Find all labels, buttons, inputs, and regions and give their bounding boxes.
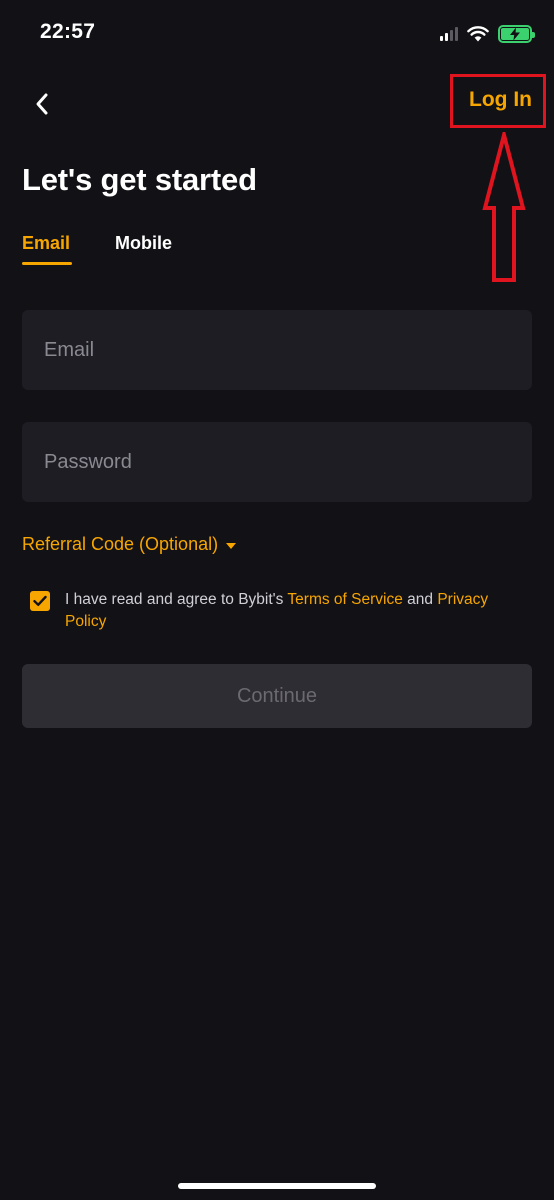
- annotation-arrow-up-icon: [482, 132, 526, 282]
- terms-of-service-link[interactable]: Terms of Service: [287, 591, 402, 608]
- page-title: Let's get started: [22, 162, 257, 197]
- referral-code-toggle[interactable]: Referral Code (Optional): [22, 534, 237, 555]
- status-icons: [440, 24, 535, 44]
- agreement-text: I have read and agree to Bybit's Terms o…: [65, 589, 505, 633]
- tab-email[interactable]: Email: [22, 233, 70, 254]
- signup-screen: 22:57 Log In Let's get started Email Mob…: [0, 0, 554, 1200]
- password-input[interactable]: [22, 422, 532, 502]
- email-input[interactable]: [22, 310, 532, 390]
- active-tab-indicator: [22, 262, 72, 265]
- cellular-signal-icon: [440, 27, 458, 41]
- login-highlight-box: [450, 74, 546, 128]
- continue-button[interactable]: Continue: [22, 664, 532, 728]
- checkmark-icon: [33, 595, 47, 606]
- agreement-checkbox[interactable]: [30, 591, 50, 611]
- status-time: 22:57: [40, 20, 96, 43]
- referral-code-label: Referral Code (Optional): [22, 534, 219, 554]
- battery-charging-icon: [498, 25, 535, 43]
- wifi-icon: [467, 26, 489, 42]
- back-button[interactable]: [26, 88, 58, 120]
- caret-down-icon: [226, 542, 237, 549]
- agreement-prefix: I have read and agree to Bybit's: [65, 591, 288, 608]
- agreement-conjunction: and: [402, 591, 438, 608]
- tab-mobile[interactable]: Mobile: [115, 233, 172, 254]
- home-indicator: [178, 1183, 376, 1189]
- chevron-left-icon: [36, 93, 48, 115]
